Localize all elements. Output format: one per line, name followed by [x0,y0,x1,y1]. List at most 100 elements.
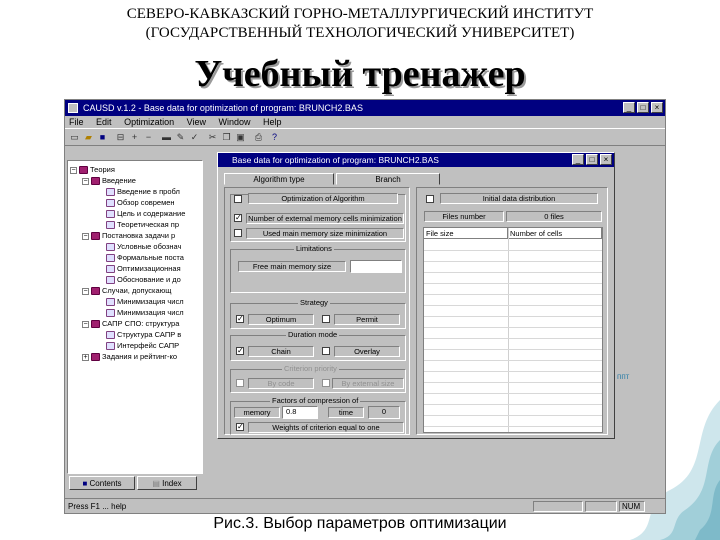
print-icon[interactable]: ⎙ [253,132,264,142]
initial-data-label: Initial data distribution [440,193,598,204]
free-memory-input[interactable] [350,260,402,273]
menu-optimization[interactable]: Optimization [124,117,174,127]
initial-data-checkbox[interactable] [426,195,434,203]
table-row[interactable] [424,338,602,339]
page-icon [106,188,115,197]
tree-item[interactable]: Минимизация числ [106,307,184,318]
tree-item[interactable]: Условные обознач [106,241,181,252]
num-memory-checkbox[interactable]: ✓ [234,214,242,222]
table-row[interactable] [424,371,602,372]
collapse-icon[interactable]: − [70,166,77,174]
paste-icon[interactable]: ▣ [235,132,246,142]
new-file-icon[interactable]: ▭ [69,132,80,142]
memory-compression-input[interactable]: 0.8 [282,406,318,419]
table-row[interactable] [424,404,602,405]
table-row[interactable] [424,382,602,383]
table-row[interactable] [424,294,602,295]
tab-contents[interactable]: ■ Contents [69,476,135,490]
status-panel [533,501,583,512]
tree-item[interactable]: Структура САПР в [106,329,181,340]
tree-item[interactable]: − Случаи, допускающ [82,285,171,296]
contents-tree[interactable]: − Теория − Введение Введение в пробл Обзор… [67,160,203,474]
weights-checkbox[interactable]: ✓ [236,423,244,431]
book-icon [91,177,100,186]
table-row[interactable] [424,250,602,251]
menu-file[interactable]: File [69,117,84,127]
table-row[interactable] [424,349,602,350]
open-folder-icon[interactable]: ▰ [83,132,94,142]
dialog-maximize-button[interactable]: □ [586,154,598,165]
file-size-table[interactable]: File size Number of cells [423,227,603,433]
tree-item[interactable]: Обзор современ [106,197,175,208]
permit-checkbox[interactable] [322,315,330,323]
tree-item[interactable]: − Введение [82,175,136,186]
num-memory-label: Number of external memory cells minimiza… [246,213,404,224]
close-button[interactable]: × [651,102,663,113]
edit-icon[interactable]: ✎ [175,132,186,142]
collapse-icon[interactable]: − [82,232,89,240]
tree-item[interactable]: Минимизация числ [106,296,184,307]
overlay-label: Overlay [334,346,400,357]
table-row[interactable] [424,283,602,284]
tab-algorithm-type[interactable]: Algorithm type [224,173,334,185]
tree-item[interactable]: Цель и содержание [106,208,185,219]
tree-item[interactable]: − САПР СПО: структура [82,318,179,329]
help-icon[interactable]: ? [269,132,280,142]
menu-edit[interactable]: Edit [96,117,112,127]
tab-index[interactable]: ▤ Index [137,476,197,490]
menu-window[interactable]: Window [218,117,250,127]
menu-view[interactable]: View [187,117,206,127]
table-row[interactable] [424,426,602,427]
tree-item[interactable]: − Теория [70,164,115,175]
add-icon[interactable]: + [129,132,140,142]
table-row[interactable] [424,393,602,394]
cut-icon[interactable]: ✂ [207,132,218,142]
tree-item[interactable]: + Задания и рейтинг-ко [82,351,177,362]
slide-title: Учебный тренажер [194,53,526,95]
tab-branch[interactable]: Branch [336,173,440,185]
overlay-checkbox[interactable] [322,347,330,355]
table-row[interactable] [424,415,602,416]
menu-help[interactable]: Help [263,117,282,127]
expand-icon[interactable]: + [82,353,89,361]
table-row[interactable] [424,272,602,273]
table-row[interactable] [424,305,602,306]
by-code-checkbox[interactable] [236,379,244,387]
table-row[interactable] [424,327,602,328]
tree-item[interactable]: Оптимизационная [106,263,181,274]
time-compression-input[interactable]: 0 [368,406,400,419]
tree-item[interactable]: − Постановка задачи р [82,230,175,241]
column-header-file-size[interactable]: File size [424,228,508,239]
collapse-icon[interactable]: − [82,320,89,328]
tree-item[interactable]: Интерфейс САПР [106,340,179,351]
used-main-checkbox[interactable] [234,229,242,237]
tree-item[interactable]: Формальные поста [106,252,184,263]
by-external-checkbox[interactable] [322,379,330,387]
maximize-button[interactable]: □ [637,102,649,113]
copy-icon[interactable]: ❐ [221,132,232,142]
dialog-minimize-button[interactable]: _ [572,154,584,165]
check-icon[interactable]: ✓ [189,132,200,142]
side-link[interactable]: ппт [617,372,629,381]
app-icon [68,103,78,113]
remove-icon[interactable]: − [143,132,154,142]
tree-item[interactable]: Теоретическая пр [106,219,179,230]
tree-item[interactable]: Введение в пробл [106,186,180,197]
ruler-icon[interactable]: ▬ [161,132,172,142]
collapse-icon[interactable]: − [82,177,89,185]
column-header-number-of-cells[interactable]: Number of cells [508,228,602,239]
duration-mode-title: Duration mode [286,330,340,339]
tree-item[interactable]: Обоснование и до [106,274,181,285]
table-row[interactable] [424,261,602,262]
page-icon [106,309,115,318]
chain-checkbox[interactable]: ✓ [236,347,244,355]
minimize-button[interactable]: _ [623,102,635,113]
table-row[interactable] [424,360,602,361]
collapse-icon[interactable]: ⊟ [115,132,126,142]
dialog-close-button[interactable]: × [600,154,612,165]
table-row[interactable] [424,316,602,317]
opt-algorithm-checkbox[interactable] [234,195,242,203]
collapse-icon[interactable]: − [82,287,89,295]
optimum-checkbox[interactable]: ✓ [236,315,244,323]
save-icon[interactable]: ■ [97,132,108,142]
